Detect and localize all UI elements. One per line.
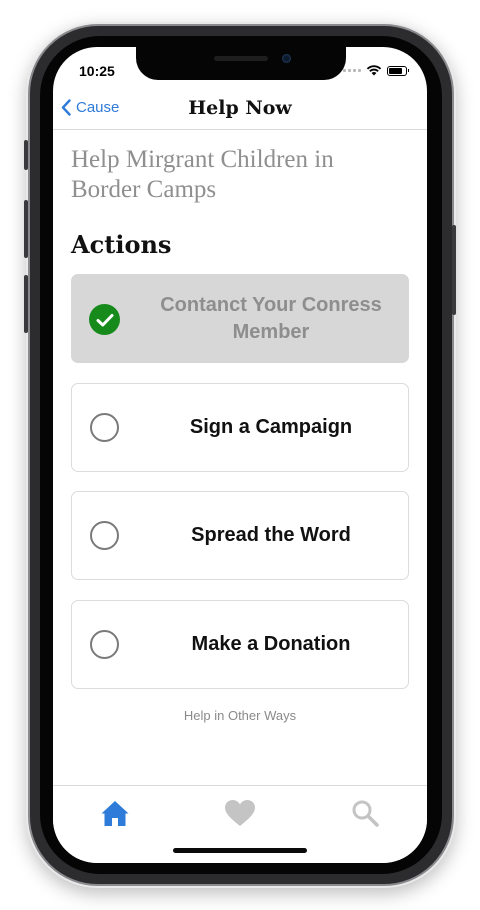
action-sign-campaign[interactable]: Sign a Campaign	[71, 383, 409, 472]
radio-circle-icon	[90, 630, 119, 659]
navigation-bar: Cause Help Now	[53, 91, 427, 130]
tab-home[interactable]	[95, 796, 135, 830]
front-camera	[282, 54, 291, 63]
tab-favorites[interactable]	[220, 796, 260, 830]
home-indicator	[173, 848, 307, 853]
status-icons	[343, 65, 409, 76]
radio-circle-icon	[90, 521, 119, 550]
speaker-grille	[214, 56, 268, 61]
help-other-ways-link[interactable]: Help in Other Ways	[53, 708, 427, 723]
cause-title: Help Mirgrant Children in Border Camps	[71, 146, 334, 203]
action-label: Spread the Word	[191, 524, 351, 546]
signal-icon	[343, 69, 361, 72]
status-time: 10:25	[79, 63, 115, 79]
action-label: Sign a Campaign	[189, 416, 353, 438]
home-icon	[101, 801, 129, 826]
heart-icon	[225, 800, 255, 826]
action-contact-congress[interactable]: Contanct Your Conress Member	[71, 274, 409, 363]
action-make-donation[interactable]: Make a Donation	[71, 600, 409, 689]
volume-up-button	[24, 200, 28, 258]
mute-switch	[24, 140, 28, 170]
actions-heading: Actions	[71, 230, 172, 259]
checkmark-circle-icon	[89, 304, 120, 335]
search-icon	[352, 800, 379, 827]
volume-down-button	[24, 275, 28, 333]
tab-search[interactable]	[345, 796, 385, 830]
wifi-icon	[366, 65, 382, 76]
page-title: Help Now	[188, 97, 292, 119]
action-label: Make a Donation	[191, 633, 351, 655]
phone-screen: 10:25 Cause Help Now Help Mirgrant Child…	[53, 47, 427, 863]
radio-circle-icon	[90, 413, 119, 442]
action-spread-word[interactable]: Spread the Word	[71, 491, 409, 580]
notch	[136, 47, 346, 80]
battery-icon	[387, 65, 409, 76]
power-button	[452, 225, 456, 315]
action-label: Contanct Your Conress Member	[160, 293, 382, 343]
